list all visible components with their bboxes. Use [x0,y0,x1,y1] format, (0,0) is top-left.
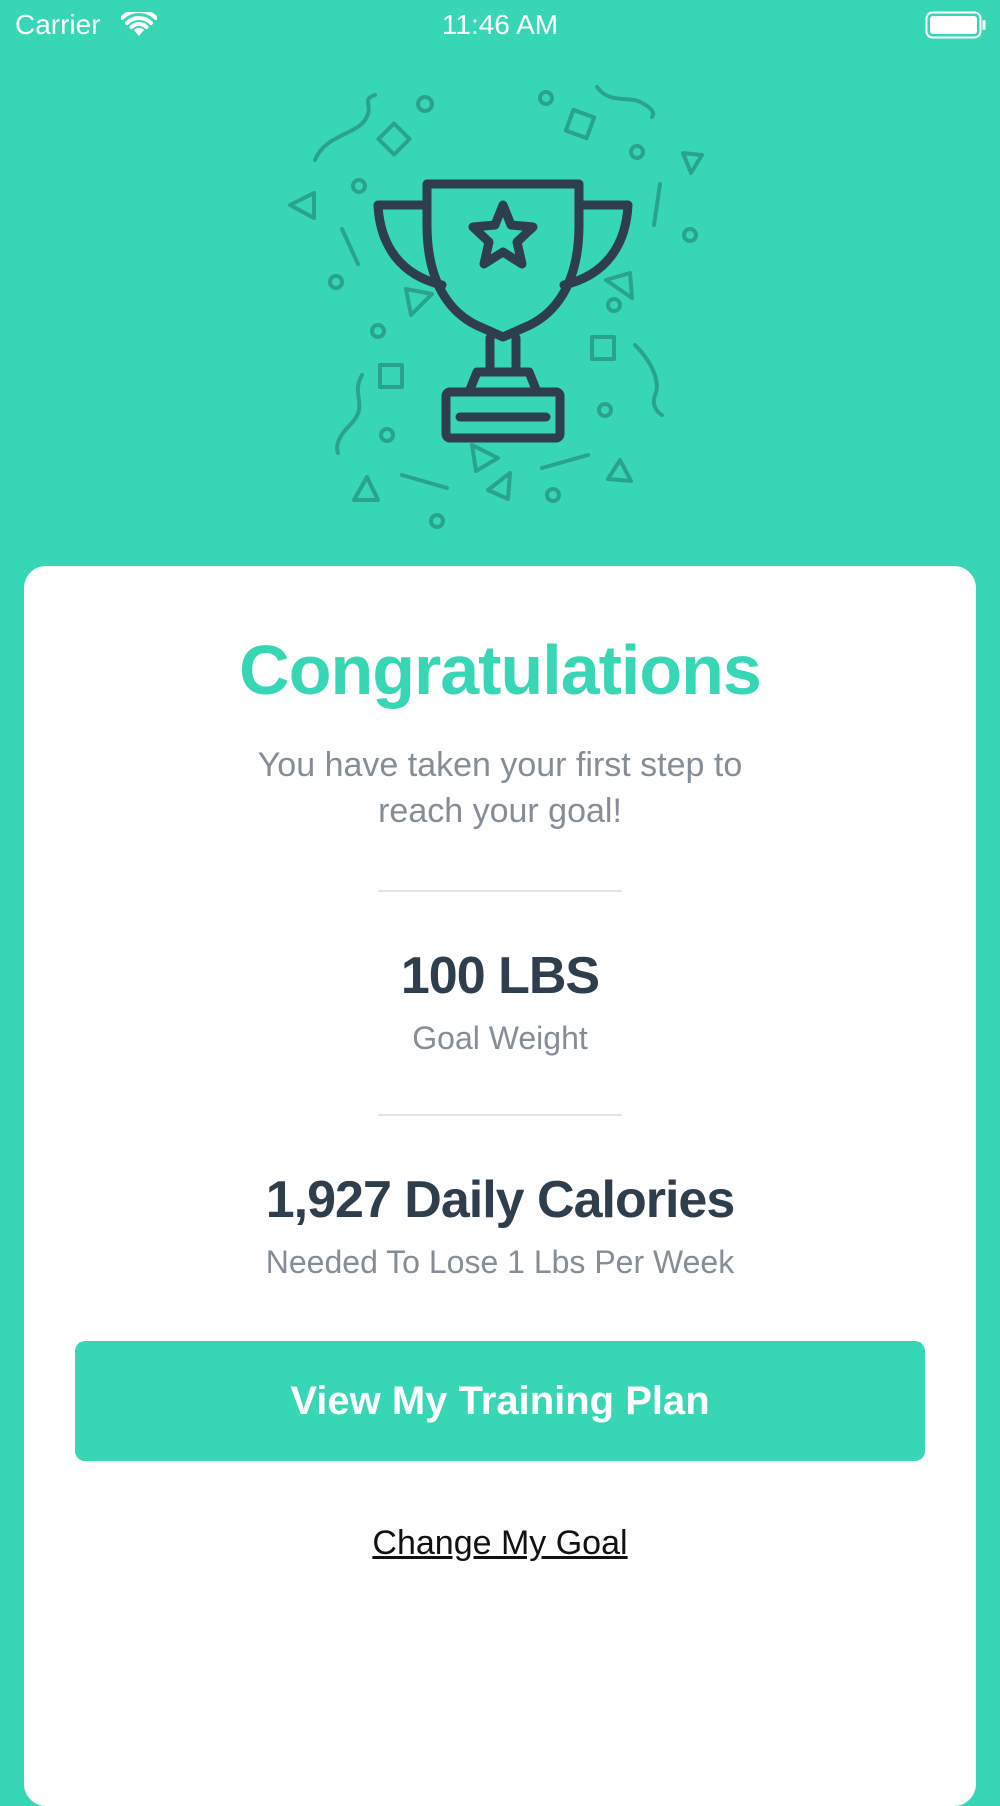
confetti-decoration [288,85,704,529]
daily-calories-value: 1,927 Daily Calories [265,1171,736,1229]
divider [378,890,622,892]
daily-calories-label: Needed To Lose 1 Lbs Per Week [265,1244,735,1280]
trophy-illustration [288,85,704,529]
status-bar: Carrier 11:46 AM [0,0,1000,50]
battery-icon [925,11,986,39]
change-goal-link[interactable]: Change My Goal [0,1524,1000,1563]
status-time: 11:46 AM [441,9,559,40]
page-title: Congratulations [239,631,762,709]
goal-weight-value: 100 LBS [400,947,600,1005]
goal-weight-label: Goal Weight [412,1020,588,1056]
view-training-plan-button[interactable]: View My Training Plan [75,1341,925,1461]
change-goal-link-label: Change My Goal [372,1524,628,1562]
divider [378,1114,622,1116]
subtitle-text: You have taken your first step to reach … [257,746,743,830]
